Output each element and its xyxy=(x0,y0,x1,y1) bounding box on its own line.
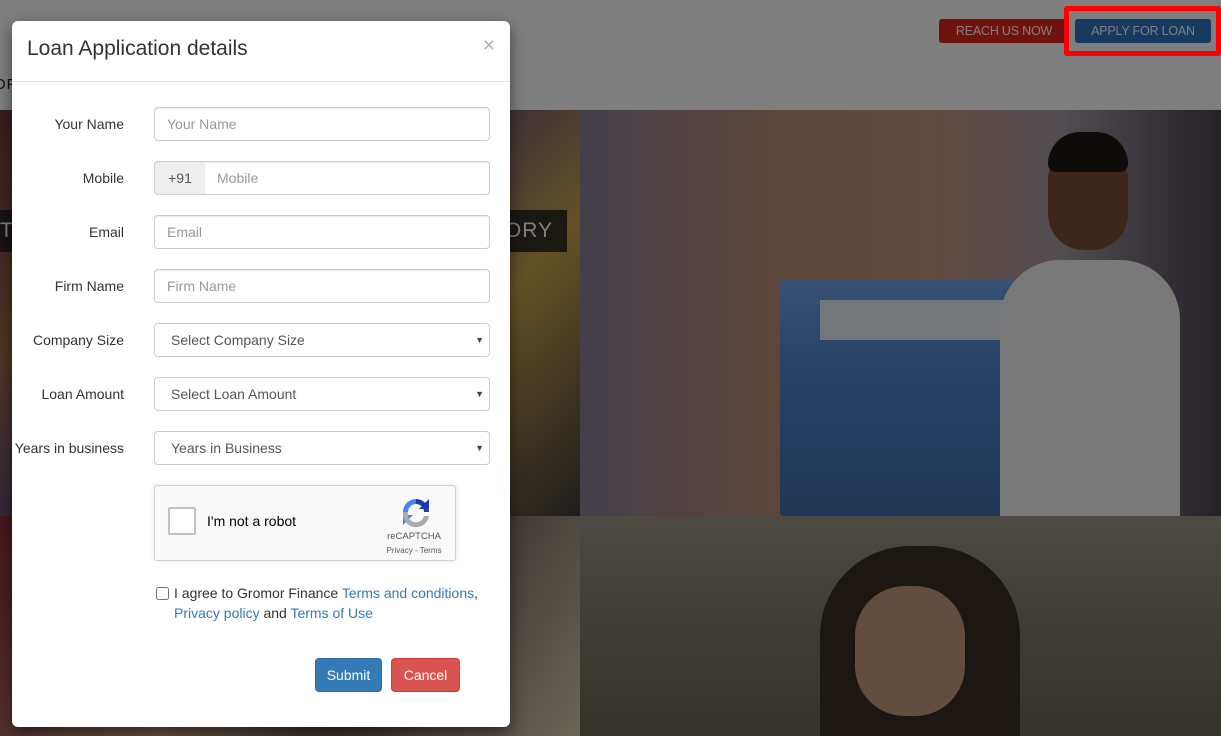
modal-title: Loan Application details xyxy=(27,37,248,60)
name-row: Your Name xyxy=(12,107,510,141)
submit-button[interactable]: Submit xyxy=(315,658,382,692)
agreement-comma: , xyxy=(474,585,479,601)
company-size-value: Select Company Size xyxy=(171,332,305,348)
name-input[interactable] xyxy=(154,107,490,141)
firm-row: Firm Name xyxy=(12,269,510,303)
mobile-row: Mobile +91 xyxy=(12,161,510,195)
recaptcha-logo-icon xyxy=(402,499,429,528)
firm-label: Firm Name xyxy=(54,278,124,294)
agreement-prefix: I agree to Gromor Finance xyxy=(174,585,342,601)
firm-name-input[interactable] xyxy=(154,269,490,303)
terms-of-use-link[interactable]: Terms of Use xyxy=(290,605,372,621)
email-input[interactable] xyxy=(154,215,490,249)
recaptcha-privacy-terms-link[interactable]: Privacy - Terms xyxy=(379,546,449,555)
email-row: Email xyxy=(12,215,510,249)
mobile-input[interactable] xyxy=(205,161,490,195)
loan-amount-select[interactable]: Select Loan Amount ▼ xyxy=(154,377,490,411)
agree-checkbox[interactable] xyxy=(156,587,169,600)
cancel-button[interactable]: Cancel xyxy=(391,658,460,692)
company-size-select[interactable]: Select Company Size ▼ xyxy=(154,323,490,357)
loan-amount-label: Loan Amount xyxy=(41,386,124,402)
company-size-label: Company Size xyxy=(32,332,124,348)
years-value: Years in Business xyxy=(171,440,282,456)
loan-amount-row: Loan Amount Select Loan Amount ▼ xyxy=(12,377,510,411)
years-in-business-select[interactable]: Years in Business ▼ xyxy=(154,431,490,465)
years-row: Years in business Years in Business ▼ xyxy=(12,431,510,465)
recaptcha-brand: reCAPTCHA xyxy=(387,531,441,542)
privacy-policy-link[interactable]: Privacy policy xyxy=(174,605,260,621)
agreement-block: I agree to Gromor Finance Terms and cond… xyxy=(156,583,496,623)
country-code-addon: +91 xyxy=(154,161,205,195)
mobile-label: Mobile xyxy=(82,170,124,186)
mobile-input-group: +91 xyxy=(154,161,490,195)
email-label: Email xyxy=(88,224,124,240)
name-label: Your Name xyxy=(54,116,124,132)
recaptcha-widget: I'm not a robot reCAPTCHA Privacy - Term… xyxy=(154,485,456,561)
agreement-text: I agree to Gromor Finance Terms and cond… xyxy=(156,583,496,623)
recaptcha-checkbox[interactable] xyxy=(168,507,196,535)
chevron-down-icon: ▼ xyxy=(475,335,484,345)
modal-header: Loan Application details × xyxy=(12,21,510,82)
loan-application-modal: Loan Application details × Your Name Mob… xyxy=(12,21,510,727)
terms-and-conditions-link[interactable]: Terms and conditions xyxy=(342,585,474,601)
agreement-and: and xyxy=(259,605,291,621)
chevron-down-icon: ▼ xyxy=(475,443,484,453)
chevron-down-icon: ▼ xyxy=(475,389,484,399)
company-size-row: Company Size Select Company Size ▼ xyxy=(12,323,510,357)
loan-amount-value: Select Loan Amount xyxy=(171,386,297,402)
close-icon[interactable]: × xyxy=(483,35,495,56)
recaptcha-label: I'm not a robot xyxy=(207,513,297,529)
years-label: Years in business xyxy=(14,440,124,456)
